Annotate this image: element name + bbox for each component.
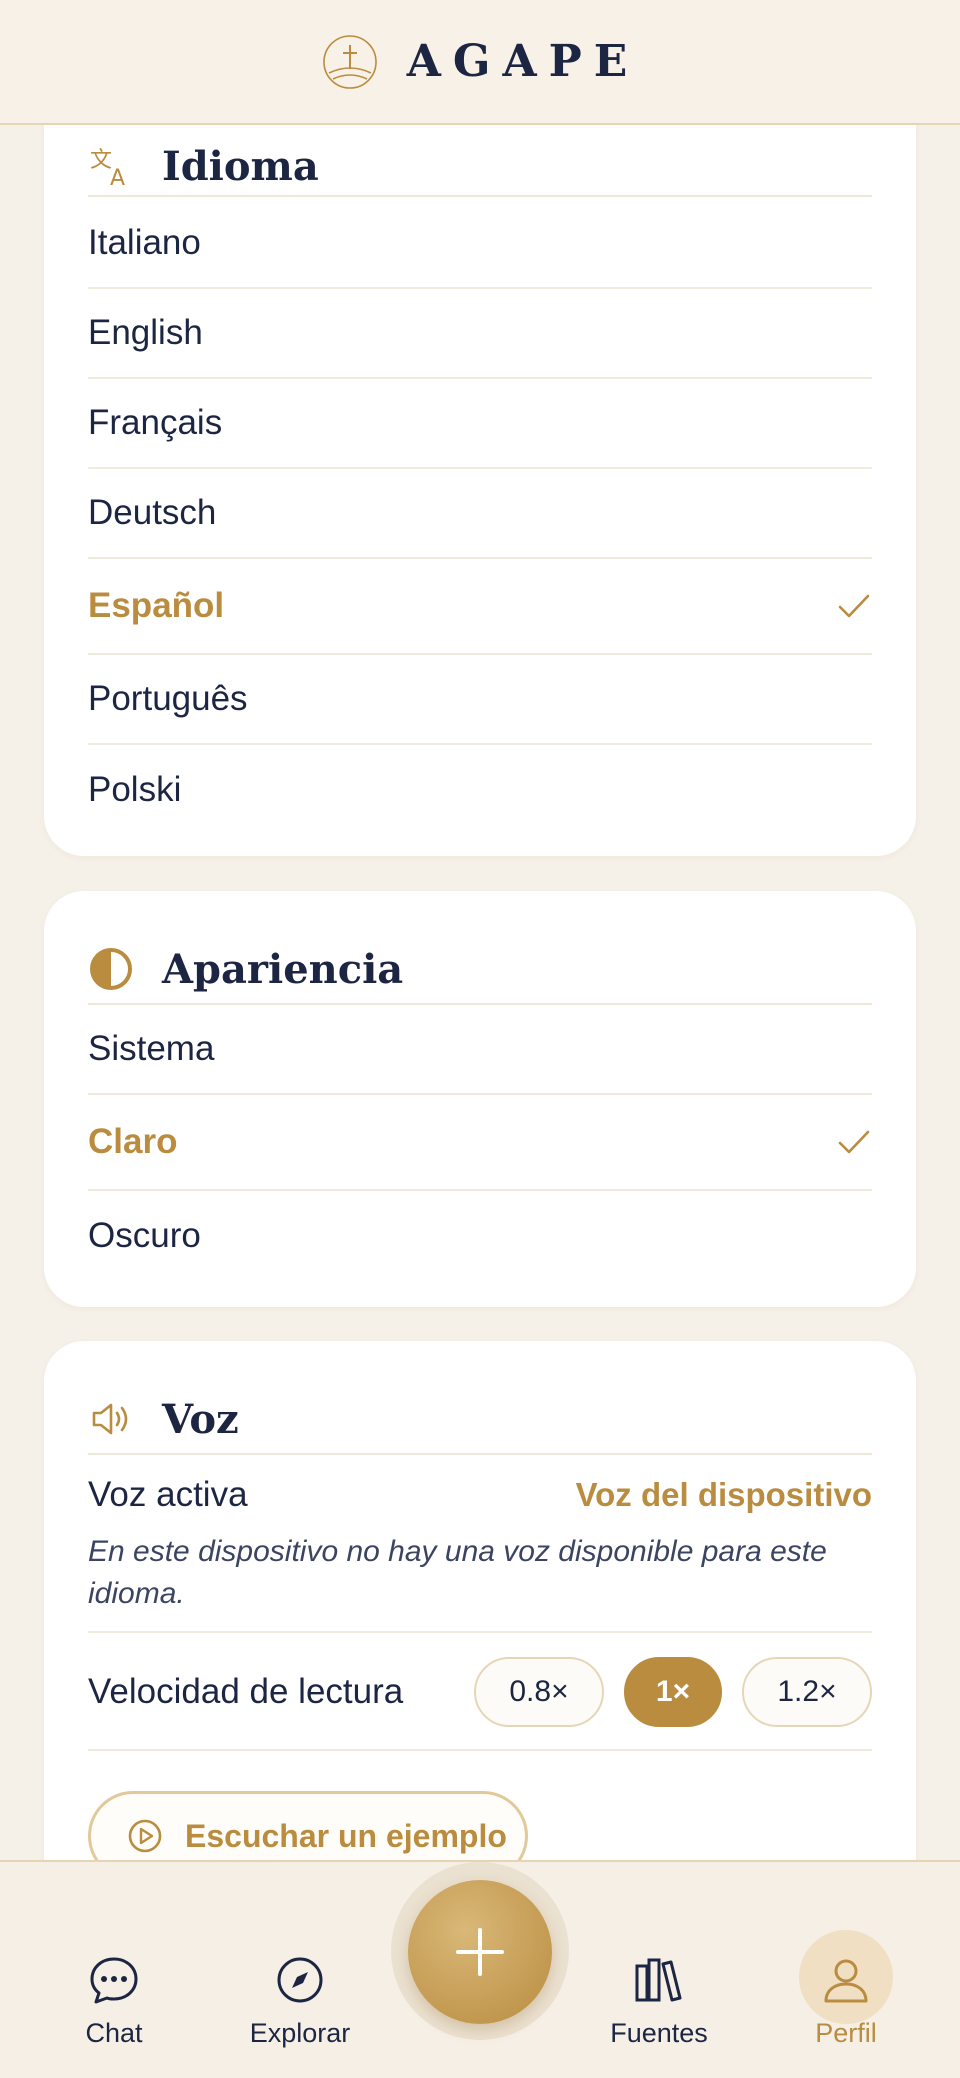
compass-icon xyxy=(277,1957,323,2003)
nav-sources[interactable]: Fuentes xyxy=(589,1954,729,2049)
language-option-deutsch[interactable]: Deutsch xyxy=(88,469,872,559)
voice-card-title: Voz xyxy=(88,1385,872,1455)
appearance-card-title: Apariencia xyxy=(88,935,872,1005)
speaker-icon xyxy=(88,1396,134,1442)
listen-sample-button[interactable]: Escuchar un ejemplo xyxy=(88,1791,528,1860)
play-circle-icon xyxy=(128,1819,162,1853)
active-voice-value[interactable]: Voz del dispositivo xyxy=(576,1476,872,1514)
svg-text:A: A xyxy=(110,166,125,189)
divider xyxy=(88,1631,872,1633)
plus-icon xyxy=(456,1928,504,1976)
library-icon xyxy=(635,1958,682,2002)
language-option-polski[interactable]: Polski xyxy=(88,745,872,835)
voice-unavailable-note: En este dispositivo no hay una voz dispo… xyxy=(88,1535,827,1610)
active-voice-label: Voz activa xyxy=(88,1475,248,1514)
speed-option-0-8[interactable]: 0.8× xyxy=(474,1657,604,1727)
speed-option-1-2[interactable]: 1.2× xyxy=(742,1657,872,1727)
translate-icon: 文 A xyxy=(88,143,134,189)
settings-scroll-area[interactable]: 文 A Idioma Italiano English Français Deu… xyxy=(0,125,960,1860)
svg-text:文: 文 xyxy=(90,148,112,173)
brand-title: AGAPE xyxy=(406,36,640,87)
reading-speed-row: Velocidad de lectura 0.8× 1× 1.2× xyxy=(88,1635,872,1749)
contrast-icon xyxy=(88,946,134,992)
appearance-option-sistema[interactable]: Sistema xyxy=(88,1005,872,1095)
speed-option-1[interactable]: 1× xyxy=(624,1657,722,1727)
user-icon xyxy=(824,1959,868,2003)
active-voice-row[interactable]: Voz activa Voz del dispositivo xyxy=(88,1459,872,1531)
nav-explore[interactable]: Explorar xyxy=(230,1954,370,2049)
appearance-option-oscuro[interactable]: Oscuro xyxy=(88,1191,872,1281)
nav-chat[interactable]: Chat xyxy=(44,1954,184,2049)
divider xyxy=(88,1749,872,1751)
nav-profile[interactable]: Perfil xyxy=(776,1930,916,2049)
language-option-portugues[interactable]: Português xyxy=(88,655,872,745)
language-card: 文 A Idioma Italiano English Français Deu… xyxy=(44,125,916,856)
check-icon xyxy=(838,1130,870,1154)
appearance-option-claro[interactable]: Claro xyxy=(88,1095,872,1191)
language-option-espanol[interactable]: Español xyxy=(88,559,872,655)
agape-logo-icon xyxy=(322,34,377,89)
reading-speed-label: Velocidad de lectura xyxy=(88,1672,404,1711)
language-option-francais[interactable]: Français xyxy=(88,379,872,469)
appearance-card: Apariencia Sistema Claro Oscuro xyxy=(44,891,916,1307)
new-chat-fab[interactable] xyxy=(408,1880,552,2024)
voice-card: Voz Voz activa Voz del dispositivo En es… xyxy=(44,1341,916,1860)
language-option-english[interactable]: English xyxy=(88,289,872,379)
app-header: AGAPE xyxy=(0,0,960,125)
check-icon xyxy=(838,594,870,618)
chat-bubble-icon xyxy=(90,1957,138,2004)
language-option-italiano[interactable]: Italiano xyxy=(88,199,872,289)
speed-selector: 0.8× 1× 1.2× xyxy=(474,1657,872,1727)
language-card-title: 文 A Idioma xyxy=(88,137,872,197)
